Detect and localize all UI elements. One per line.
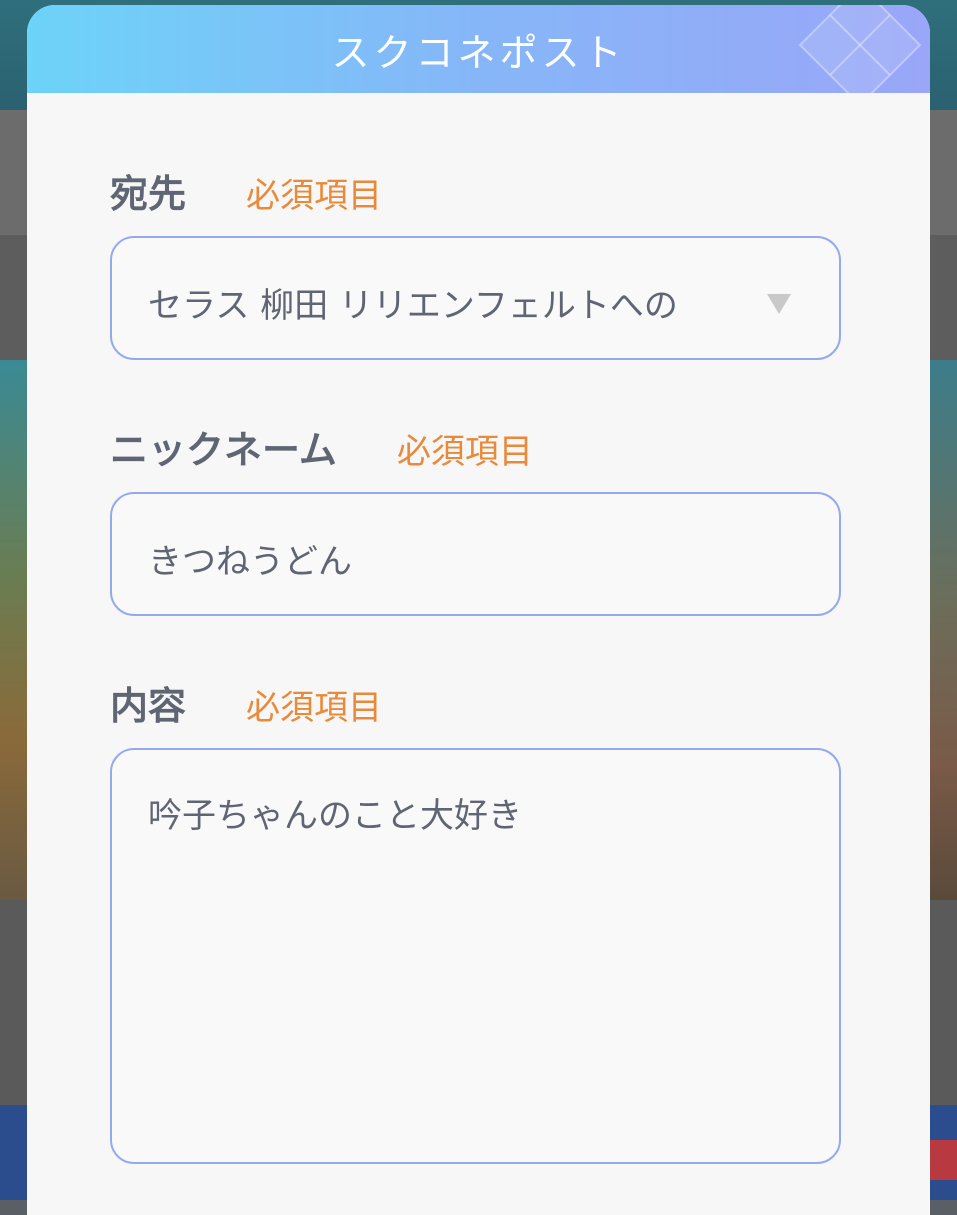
background-footer-button xyxy=(927,1140,957,1180)
post-dialog: スクコネポスト 宛先 必須項目 セラス 柳田 リリエンフェルトへの ニックネーム… xyxy=(27,5,930,1215)
content-label-row: 内容 必須項目 xyxy=(110,675,382,730)
diamond-pattern-decoration xyxy=(798,5,922,93)
dialog-title: スクコネポスト xyxy=(331,30,626,75)
dialog-header: スクコネポスト xyxy=(27,5,930,93)
content-label: 内容 xyxy=(110,684,187,728)
recipient-dropdown-value: セラス 柳田 リリエンフェルトへの xyxy=(148,286,678,326)
recipient-dropdown[interactable]: セラス 柳田 リリエンフェルトへの xyxy=(110,236,841,360)
background-artwork-right xyxy=(927,360,957,900)
nickname-label: ニックネーム xyxy=(110,428,337,472)
nickname-field-value: きつねうどん xyxy=(148,542,352,582)
background-artwork-left xyxy=(0,360,30,900)
recipient-label: 宛先 xyxy=(110,172,187,216)
chevron-down-icon xyxy=(767,294,791,314)
content-textarea-value: 吟子ちゃんのこと大好き xyxy=(148,796,522,836)
recipient-label-row: 宛先 必須項目 xyxy=(110,163,382,218)
nickname-required-tag: 必須項目 xyxy=(396,432,533,472)
nickname-field[interactable]: きつねうどん xyxy=(110,492,841,616)
recipient-required-tag: 必須項目 xyxy=(246,176,383,216)
nickname-label-row: ニックネーム 必須項目 xyxy=(110,419,533,474)
content-required-tag: 必須項目 xyxy=(246,688,383,728)
content-textarea[interactable]: 吟子ちゃんのこと大好き xyxy=(110,748,841,1164)
